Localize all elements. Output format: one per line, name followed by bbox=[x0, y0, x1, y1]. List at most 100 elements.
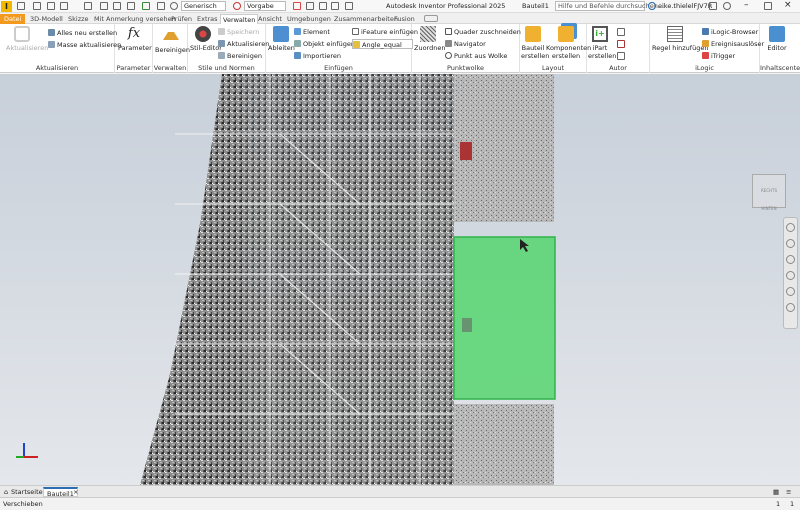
tab-umgebungen[interactable]: Umgebungen bbox=[285, 14, 333, 24]
group-layout: Bauteil erstellen Komponenten erstellen … bbox=[520, 24, 591, 73]
point-from-cloud-button[interactable]: Punkt aus Wolke bbox=[445, 51, 507, 61]
itrigger-button[interactable]: iTrigger bbox=[702, 51, 735, 61]
redo-icon[interactable] bbox=[84, 2, 92, 10]
viewcube-face-right[interactable]: HINTEN bbox=[761, 206, 776, 211]
element-button[interactable]: Element bbox=[294, 27, 330, 37]
undo-icon[interactable] bbox=[60, 2, 68, 10]
tab-3d-modell[interactable]: 3D-Modell bbox=[28, 14, 65, 24]
author-tool-2-icon[interactable] bbox=[617, 40, 625, 48]
orbit-icon[interactable] bbox=[786, 271, 795, 280]
measure-tool-icon[interactable] bbox=[331, 2, 339, 10]
pan-icon[interactable] bbox=[786, 239, 795, 248]
cart-icon[interactable] bbox=[709, 2, 717, 10]
tab-ansicht[interactable]: Ansicht bbox=[256, 14, 284, 24]
insert-object-button[interactable]: Objekt einfügen bbox=[294, 39, 355, 49]
tab-skizze[interactable]: Skizze bbox=[66, 14, 91, 24]
ifeature-button[interactable]: iFeature einfügen bbox=[352, 27, 418, 37]
style-update-button[interactable]: Aktualisieren bbox=[218, 39, 269, 49]
element-icon bbox=[294, 28, 301, 35]
close-tab-icon[interactable]: × bbox=[70, 487, 81, 497]
look-at-icon[interactable] bbox=[786, 287, 795, 296]
new-file-icon[interactable] bbox=[17, 2, 25, 10]
bereinigen-button[interactable]: Bereinigen bbox=[155, 26, 190, 54]
group-label: Layout bbox=[541, 64, 565, 72]
crop-box-button[interactable]: Quader zuschneiden bbox=[445, 27, 521, 37]
create-part-button[interactable]: Bauteil erstellen bbox=[521, 26, 549, 60]
update-icon[interactable] bbox=[127, 2, 135, 10]
tab-anmerkung[interactable]: Mit Anmerkung versehen bbox=[92, 14, 178, 24]
material-sphere-icon[interactable] bbox=[233, 2, 241, 10]
fx-icon[interactable] bbox=[319, 2, 327, 10]
coordinate-triad-icon bbox=[16, 443, 38, 458]
tab-zusammenarbeiten[interactable]: Zusammenarbeiten bbox=[332, 14, 400, 24]
speichern-button[interactable]: Speichern bbox=[218, 27, 259, 37]
measure-icon[interactable] bbox=[157, 2, 165, 10]
point-cloud-view[interactable] bbox=[0, 74, 800, 485]
material-dropdown[interactable]: Vorgabe bbox=[244, 1, 286, 11]
stil-editor-button[interactable]: Stil-Editor bbox=[190, 26, 222, 52]
zuordnen-button[interactable]: Zuordnen bbox=[414, 26, 445, 52]
tab-pruefen[interactable]: Prüfen bbox=[169, 14, 194, 24]
aktualisieren-button[interactable]: Aktualisieren bbox=[6, 26, 48, 52]
group-label: Aktualisieren bbox=[35, 64, 79, 72]
create-components-button[interactable]: Komponenten erstellen bbox=[546, 26, 591, 60]
user-name[interactable]: eike.thielelFJV7R bbox=[658, 2, 712, 10]
home-icon[interactable] bbox=[100, 2, 108, 10]
tab-fusion[interactable]: Fusion bbox=[392, 14, 417, 24]
rebuild-all-button[interactable]: Alles neu erstellen bbox=[48, 28, 117, 38]
open-icon[interactable] bbox=[33, 2, 41, 10]
style-purge-button[interactable]: Bereinigen bbox=[218, 51, 262, 61]
tab-startseite[interactable]: Startseite bbox=[8, 487, 46, 497]
rebuild-icon bbox=[48, 29, 55, 36]
graphics-viewport[interactable]: RECHTS HINTEN bbox=[0, 74, 800, 485]
zoom-icon[interactable] bbox=[786, 255, 795, 264]
tab-datei[interactable]: Datei bbox=[0, 14, 26, 24]
group-label[interactable]: iLogic bbox=[650, 64, 759, 72]
color-override-icon[interactable] bbox=[293, 2, 301, 10]
point-cloud-icon bbox=[420, 26, 436, 42]
project-icon[interactable] bbox=[113, 2, 121, 10]
group-label: Stile und Normen bbox=[198, 64, 255, 72]
import-button[interactable]: Importieren bbox=[294, 51, 341, 61]
ilogic-browser-button[interactable]: iLogic-Browser bbox=[702, 27, 758, 37]
ilogic-icon[interactable] bbox=[345, 2, 353, 10]
viewcube[interactable]: RECHTS HINTEN bbox=[752, 174, 786, 211]
ifeature-dropdown[interactable]: Angle_equal bbox=[352, 39, 413, 49]
navigator-button[interactable]: Navigator bbox=[445, 39, 486, 49]
search-help-input[interactable]: Hilfe und Befehle durchsuchen... bbox=[555, 1, 664, 11]
tab-extras[interactable]: Extras bbox=[195, 14, 220, 24]
group-label[interactable]: Parameter bbox=[115, 64, 152, 72]
save-icon[interactable] bbox=[47, 2, 55, 10]
tab-layout-icon[interactable]: ▦ bbox=[770, 487, 782, 497]
viewcube-face-left[interactable]: RECHTS bbox=[761, 188, 777, 193]
appearance-dropdown[interactable]: Generisch bbox=[181, 1, 226, 11]
selection-box[interactable] bbox=[453, 236, 556, 400]
author-tool-1-icon[interactable] bbox=[617, 28, 625, 36]
steering-wheel-icon[interactable] bbox=[786, 223, 795, 232]
select-icon[interactable] bbox=[142, 2, 150, 10]
editor-button[interactable]: Editor bbox=[764, 26, 790, 52]
author-tool-3-icon[interactable] bbox=[617, 52, 625, 60]
add-rule-button[interactable]: Regel hinzufügen bbox=[652, 26, 708, 52]
nav-options-icon[interactable] bbox=[786, 303, 795, 312]
status-bar: Verschieben 1 1 bbox=[0, 497, 800, 510]
ableiten-button[interactable]: Ableiten bbox=[268, 26, 295, 52]
mass-update-button[interactable]: Masse aktualisieren bbox=[48, 40, 121, 50]
group-inhaltscenter: Editor Inhaltscenter bbox=[760, 24, 800, 73]
group-label: Inhaltscenter bbox=[760, 64, 800, 72]
panel-toggle-icon[interactable] bbox=[424, 15, 438, 22]
tab-verwalten[interactable]: Verwalten bbox=[220, 14, 259, 24]
close-icon[interactable]: × bbox=[784, 0, 792, 10]
minimize-icon[interactable]: – bbox=[744, 0, 749, 10]
create-ipart-button[interactable]: i+ iPart erstellen bbox=[588, 26, 616, 60]
clear-override-icon[interactable] bbox=[306, 2, 314, 10]
stop-icon[interactable] bbox=[170, 2, 178, 10]
inventor-logo[interactable]: I bbox=[1, 1, 12, 12]
event-trigger-button[interactable]: Ereignisauslöser bbox=[702, 39, 764, 49]
user-icon[interactable] bbox=[648, 2, 656, 10]
tab-menu-icon[interactable]: ≡ bbox=[783, 487, 794, 497]
angle-icon bbox=[353, 41, 360, 48]
parameter-button[interactable]: fx Parameter bbox=[118, 26, 152, 52]
help-icon[interactable] bbox=[723, 2, 731, 10]
maximize-icon[interactable] bbox=[764, 2, 772, 10]
